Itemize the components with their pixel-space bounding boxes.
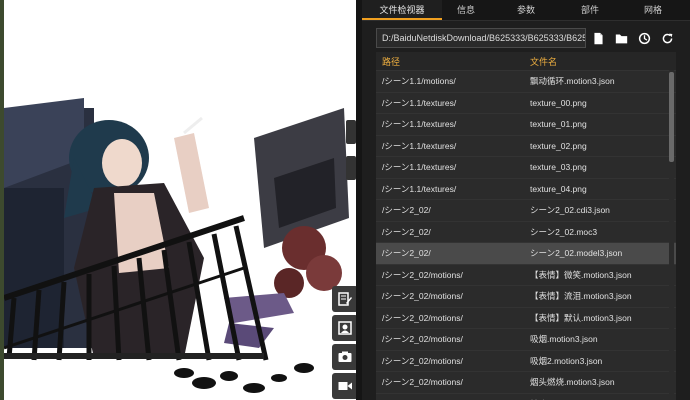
table-row[interactable]: /シーン2_02/motions/ 【表情】微笑.motion3.json xyxy=(376,265,676,286)
table-row[interactable]: /シーン2_02/motions/烟头燃烧.motion3.json xyxy=(376,372,676,394)
cell-path: /シーン2_02/motions/ xyxy=(382,355,463,366)
table-row[interactable]: /シーン1.1/textures/texture_03.png xyxy=(376,157,676,179)
open-file-button[interactable] xyxy=(587,28,609,48)
folder-icon xyxy=(615,33,627,43)
cell-path: /シーン2_02/motions/ xyxy=(382,377,463,388)
cell-path: /シーン2_02/motions/ xyxy=(382,334,463,345)
cell-filename: 飘动循环.motion3.json xyxy=(530,76,615,87)
table-row[interactable]: /シーン2_02/motions/转头.motion3.json xyxy=(376,394,676,400)
edit-button[interactable] xyxy=(332,286,356,312)
cell-path: /シーン2_02/ xyxy=(382,205,431,216)
cell-path: /シーン1.1/textures/ xyxy=(382,119,457,130)
camera-icon xyxy=(338,351,352,362)
preview-edge-handle[interactable] xyxy=(346,156,356,180)
character-artwork-image xyxy=(4,98,349,393)
camera-button[interactable] xyxy=(332,344,356,370)
cell-filename: シーン2_02.moc3 xyxy=(530,226,598,237)
scrollbar-thumb[interactable] xyxy=(669,72,674,162)
file-table: 路径 文件名 /シーン1.1/motions/飘动循环.motion3.json… xyxy=(376,52,676,400)
cell-filename: 吸烟.motion3.json xyxy=(530,334,598,345)
path-toolbar: D:/BaiduNetdiskDownload/B625333/B625333/… xyxy=(376,28,678,48)
cell-path: /シーン1.1/textures/ xyxy=(382,97,457,108)
cell-path: /シーン1.1/textures/ xyxy=(382,183,457,194)
history-button[interactable] xyxy=(633,28,655,48)
refresh-icon xyxy=(662,33,672,43)
column-header-filename[interactable]: 文件名 xyxy=(530,55,670,68)
cell-path: /シーン2_02/motions/ xyxy=(382,291,463,302)
table-row[interactable]: /シーン2_02/motions/吸烟2.motion3.json xyxy=(376,351,676,372)
tab-info[interactable]: 信息 xyxy=(442,0,490,20)
file-icon xyxy=(593,32,603,44)
table-row[interactable]: /シーン1.1/textures/texture_01.png xyxy=(376,114,676,136)
table-header: 路径 文件名 xyxy=(376,52,676,71)
table-row[interactable]: /シーン2_02/motions/吸烟.motion3.json xyxy=(376,329,676,351)
table-row[interactable]: /シーン2_02/シーン2_02.moc3 xyxy=(376,222,676,243)
cell-filename: texture_01.png xyxy=(530,119,587,130)
tab-parameters[interactable]: 参数 xyxy=(490,0,562,20)
tab-parts[interactable]: 部件 xyxy=(562,0,618,20)
cell-path: /シーン2_02/ xyxy=(382,226,431,237)
cell-filename: 【表情】流泪.motion3.json xyxy=(530,291,632,302)
table-row[interactable]: /シーン2_02/motions/ 【表情】默认.motion3.json xyxy=(376,308,676,329)
portrait-button[interactable] xyxy=(332,315,356,341)
history-icon xyxy=(638,32,650,44)
column-header-path[interactable]: 路径 xyxy=(376,55,530,68)
tab-file-viewer[interactable]: 文件检视器 xyxy=(362,0,442,20)
cell-path: /シーン2_02/ xyxy=(382,248,431,259)
cell-filename: texture_02.png xyxy=(530,140,587,151)
cell-filename: 烟头燃烧.motion3.json xyxy=(530,377,615,388)
cell-path: /シーン1.1/textures/ xyxy=(382,162,457,173)
cell-path: /シーン2_02/motions/ xyxy=(382,269,463,280)
cell-path: /シーン1.1/motions/ xyxy=(382,76,456,87)
tab-bar: 文件检视器 信息 参数 部件 网格 xyxy=(362,0,690,21)
cell-filename: texture_03.png xyxy=(530,162,587,173)
model-preview-canvas[interactable] xyxy=(0,0,356,400)
cell-filename: シーン2_02.cdi3.json xyxy=(530,205,610,216)
path-input[interactable]: D:/BaiduNetdiskDownload/B625333/B625333/… xyxy=(376,28,586,48)
cell-filename: シーン2_02.model3.json xyxy=(530,248,623,259)
cell-filename: texture_04.png xyxy=(530,183,587,194)
preview-edge-handle[interactable] xyxy=(346,120,356,144)
table-body: /シーン1.1/motions/飘动循环.motion3.json/シーン1.1… xyxy=(376,71,676,400)
table-row[interactable]: /シーン2_02/シーン2_02.model3.json xyxy=(376,243,676,265)
cell-filename: 吸烟2.motion3.json xyxy=(530,355,603,366)
preview-toolbar xyxy=(332,286,356,399)
table-row[interactable]: /シーン1.1/motions/飘动循环.motion3.json xyxy=(376,71,676,93)
portrait-icon xyxy=(338,321,352,335)
file-viewer-panel: 文件检视器 信息 参数 部件 网格 D:/BaiduNetdiskDownloa… xyxy=(362,0,690,400)
cell-path: /シーン2_02/motions/ xyxy=(382,312,463,323)
video-icon xyxy=(338,382,352,390)
cell-path: /シーン1.1/textures/ xyxy=(382,140,457,151)
table-row[interactable]: /シーン1.1/textures/texture_02.png xyxy=(376,136,676,157)
table-row[interactable]: /シーン2_02/motions/ 【表情】流泪.motion3.json xyxy=(376,286,676,308)
edit-icon xyxy=(338,292,352,306)
cell-filename: 【表情】微笑.motion3.json xyxy=(530,269,632,280)
table-row[interactable]: /シーン2_02/シーン2_02.cdi3.json xyxy=(376,200,676,222)
table-row[interactable]: /シーン1.1/textures/texture_00.png xyxy=(376,93,676,114)
cell-filename: 【表情】默认.motion3.json xyxy=(530,312,632,323)
video-button[interactable] xyxy=(332,373,356,399)
tab-mesh[interactable]: 网格 xyxy=(618,0,688,20)
open-folder-button[interactable] xyxy=(610,28,632,48)
refresh-button[interactable] xyxy=(656,28,678,48)
cell-filename: texture_00.png xyxy=(530,97,587,108)
table-row[interactable]: /シーン1.1/textures/texture_04.png xyxy=(376,179,676,200)
